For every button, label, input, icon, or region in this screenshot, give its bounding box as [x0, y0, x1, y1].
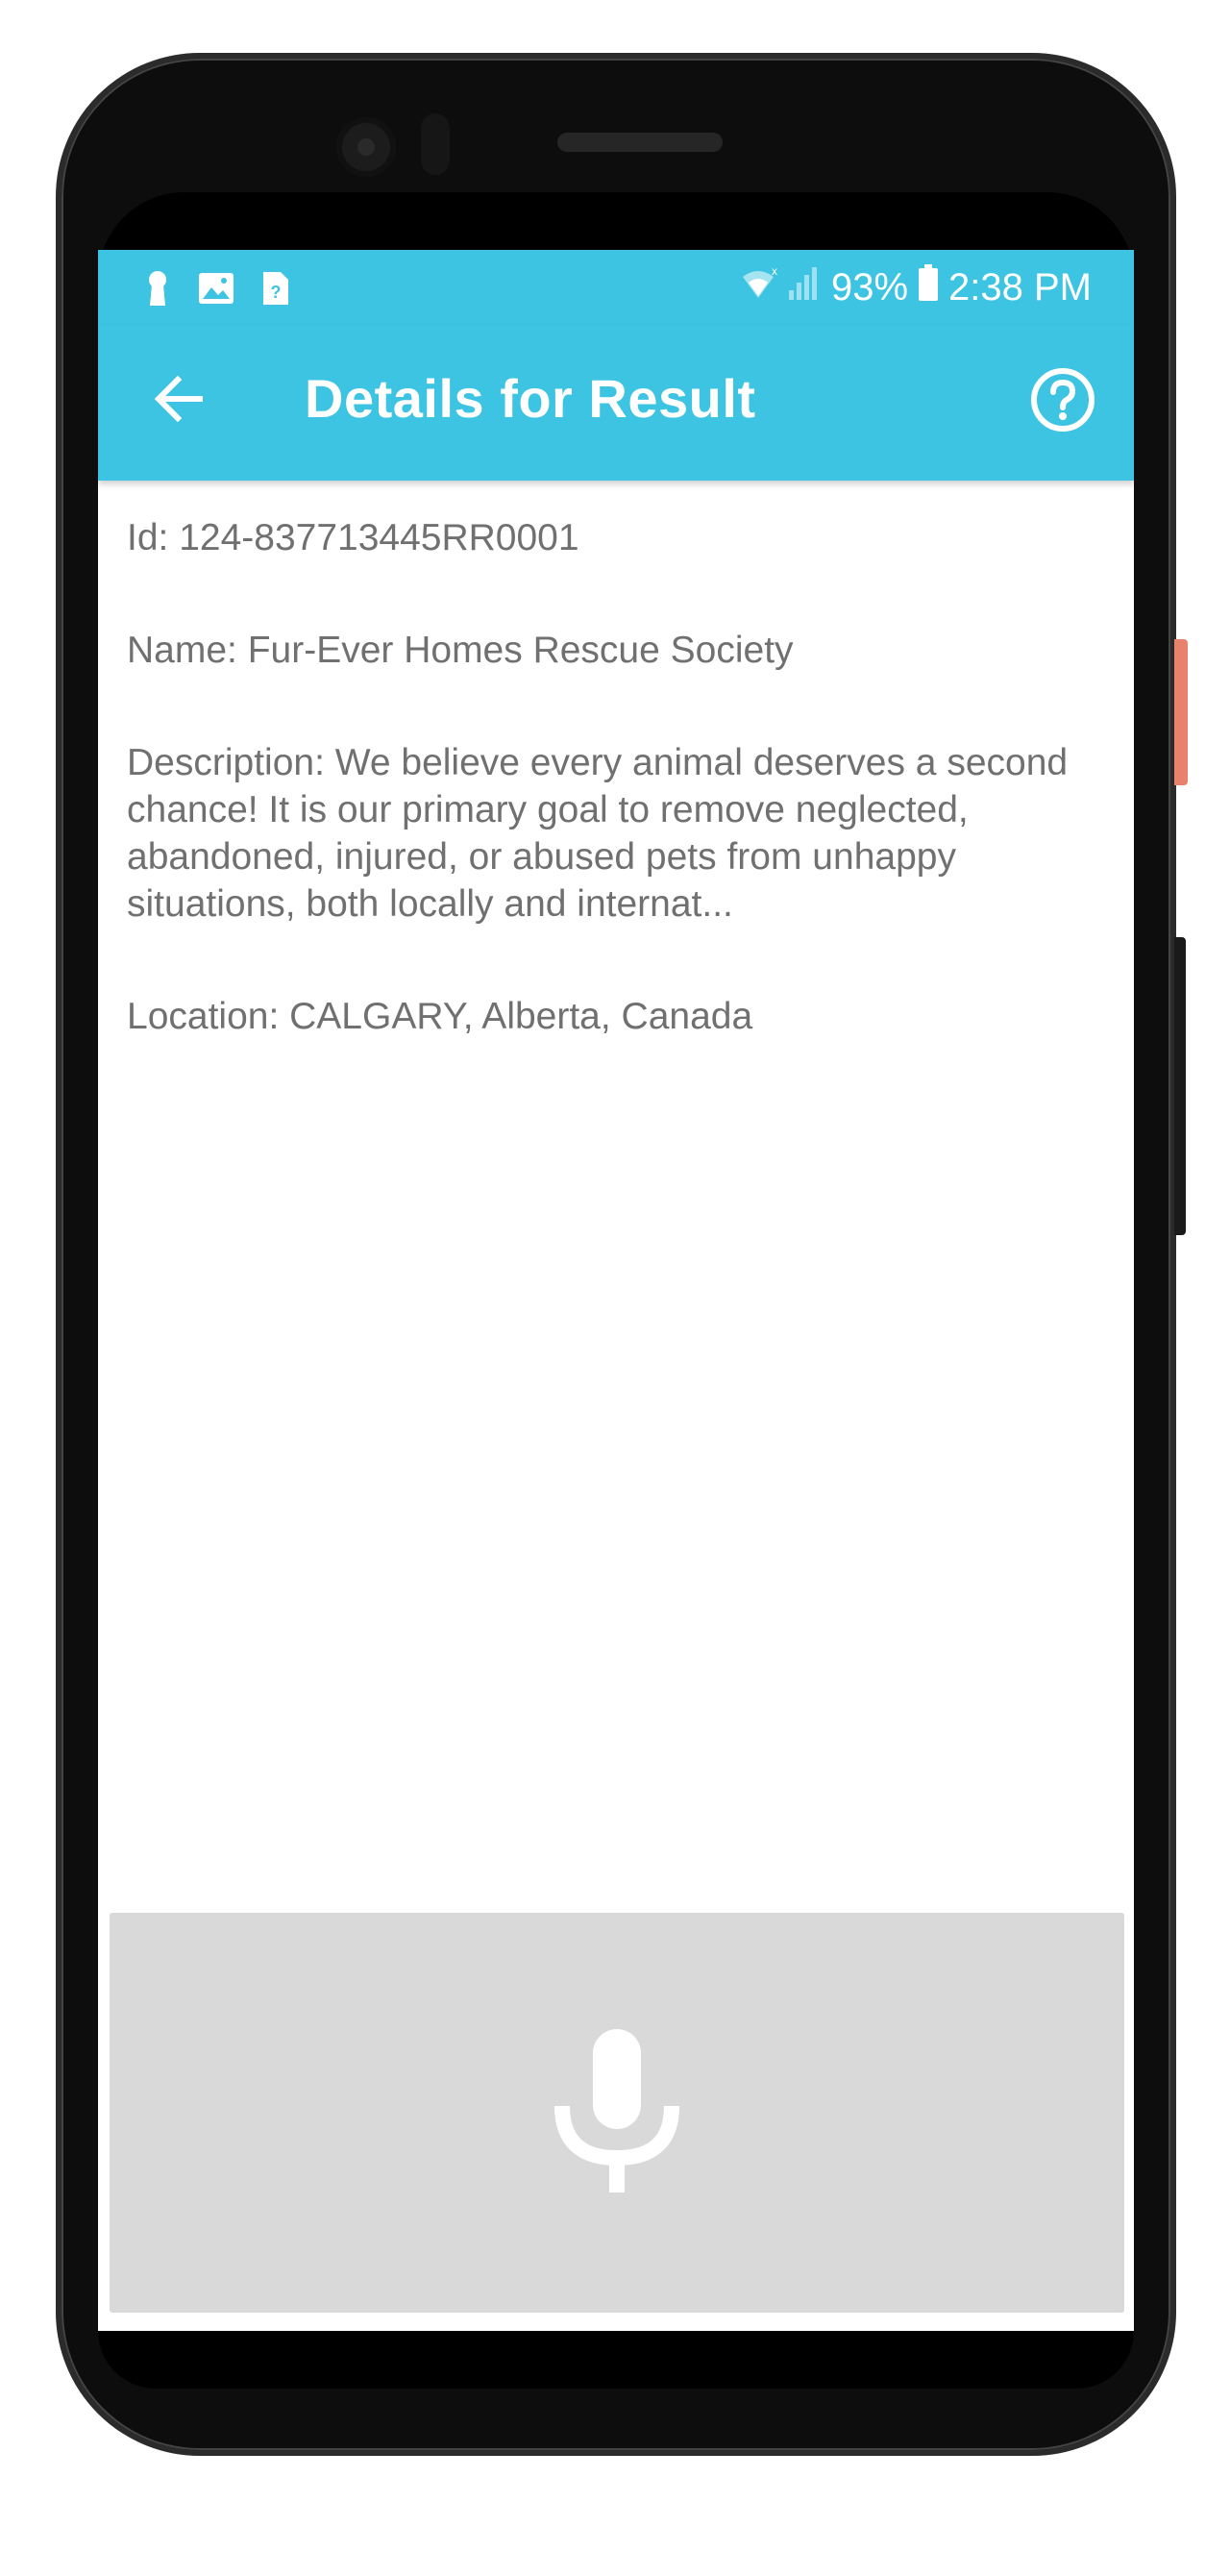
back-button[interactable]: [148, 369, 211, 433]
app-bar: Details for Result: [98, 325, 1134, 481]
voice-input-button[interactable]: [110, 1913, 1124, 2313]
help-button[interactable]: [1028, 365, 1097, 434]
proximity-sensor: [421, 113, 450, 175]
status-notification-icons: ?: [144, 269, 290, 308]
svg-text:?: ?: [271, 283, 282, 302]
status-system-area: x 93% 2:38 PM: [739, 263, 1092, 311]
microphone-icon: [554, 2028, 679, 2197]
battery-percent: 93%: [830, 265, 909, 309]
unknown-file-icon: ?: [261, 270, 290, 307]
app-screen: ? x 93% 2:38 PM Details for Result Id: 1…: [98, 250, 1134, 2331]
battery-icon: [918, 263, 939, 311]
bottom-bezel: [98, 2331, 1134, 2389]
help-circle-icon: [1028, 368, 1097, 438]
image-icon: [198, 272, 234, 305]
power-button: [1174, 639, 1188, 785]
arrow-left-icon: [153, 375, 207, 427]
earpiece-speaker: [557, 133, 723, 152]
detail-id: Id: 124-837713445RR0001: [127, 517, 579, 558]
clock: 2:38 PM: [948, 265, 1092, 309]
volume-button: [1174, 937, 1186, 1235]
wifi-off-icon: x: [739, 263, 777, 311]
device-frame: ? x 93% 2:38 PM Details for Result Id: 1…: [0, 0, 1230, 2576]
details-content: Id: 124-837713445RR0001 Name: Fur-Ever H…: [127, 514, 1097, 1105]
detail-description: Description: We believe every animal des…: [127, 742, 1069, 925]
page-title: Details for Result: [305, 368, 756, 429]
front-camera: [336, 117, 396, 177]
status-bar: ? x 93% 2:38 PM: [98, 250, 1134, 325]
detail-location: Location: CALGARY, Alberta, Canada: [127, 996, 753, 1037]
detail-name: Name: Fur-Ever Homes Rescue Society: [127, 630, 794, 671]
signal-icon: [787, 263, 822, 311]
svg-text:x: x: [772, 264, 777, 278]
keyhole-icon: [144, 269, 171, 308]
